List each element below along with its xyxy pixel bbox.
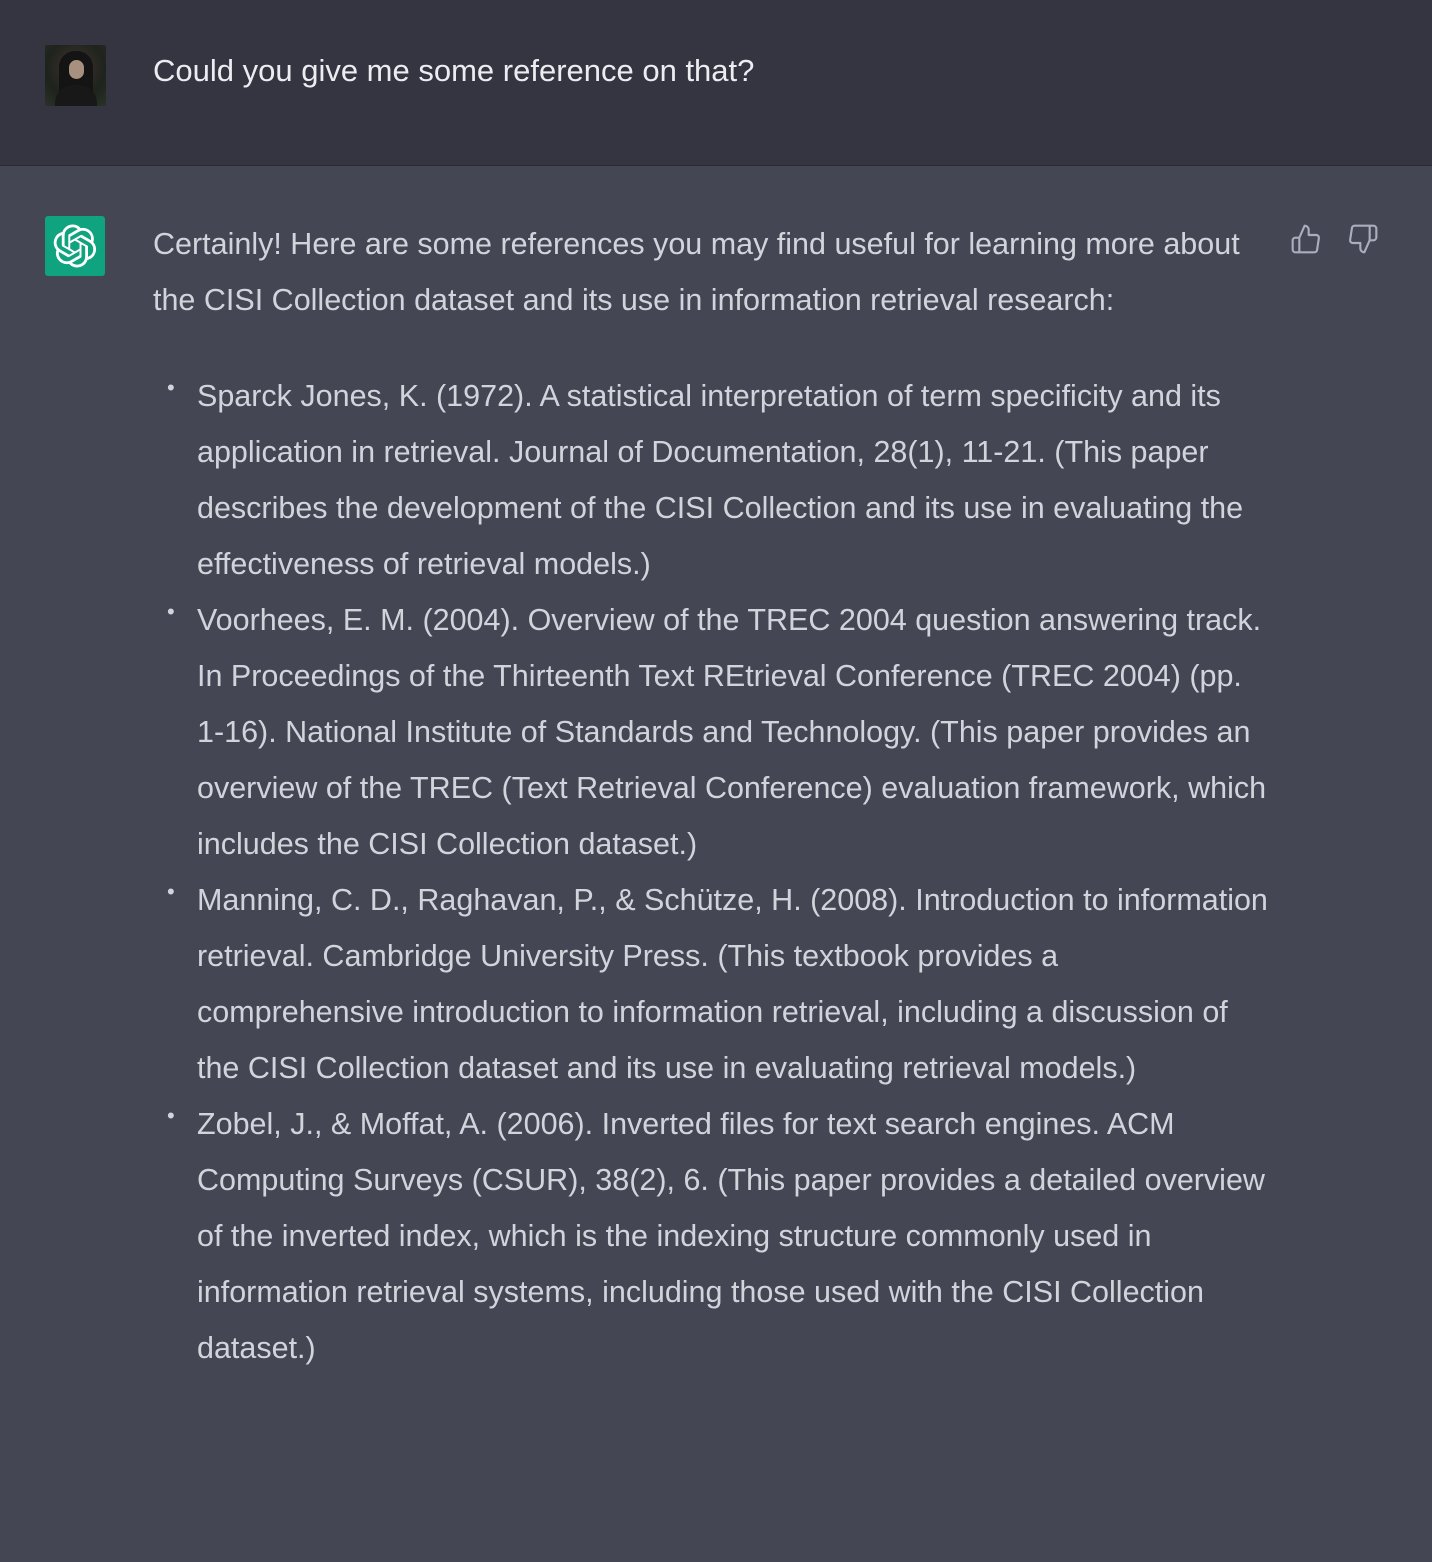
reference-list: • Sparck Jones, K. (1972). A statistical… — [153, 368, 1268, 1376]
reference-text: Voorhees, E. M. (2004). Overview of the … — [197, 603, 1267, 861]
assistant-intro-text: Certainly! Here are some references you … — [153, 227, 1240, 317]
reference-text: Zobel, J., & Moffat, A. (2006). Inverted… — [197, 1107, 1265, 1365]
list-item: • Sparck Jones, K. (1972). A statistical… — [167, 375, 1244, 581]
list-item: • Zobel, J., & Moffat, A. (2006). Invert… — [167, 1103, 1265, 1365]
user-message-text: Could you give me some reference on that… — [153, 53, 755, 88]
openai-logo-icon — [45, 216, 105, 276]
user-avatar — [45, 45, 106, 106]
thumbs-up-icon[interactable] — [1289, 222, 1323, 256]
thumbs-down-icon[interactable] — [1346, 222, 1380, 256]
list-item: • Voorhees, E. M. (2004). Overview of th… — [167, 599, 1267, 861]
assistant-message-content: Certainly! Here are some references you … — [153, 216, 1268, 1376]
reference-text: Sparck Jones, K. (1972). A statistical i… — [197, 379, 1244, 581]
reference-text: Manning, C. D., Raghavan, P., & Schütze,… — [197, 883, 1268, 1085]
list-item: • Manning, C. D., Raghavan, P., & Schütz… — [167, 879, 1268, 1085]
assistant-message-row: Certainly! Here are some references you … — [0, 166, 1432, 1562]
user-message-row: Could you give me some reference on that… — [0, 0, 1432, 166]
